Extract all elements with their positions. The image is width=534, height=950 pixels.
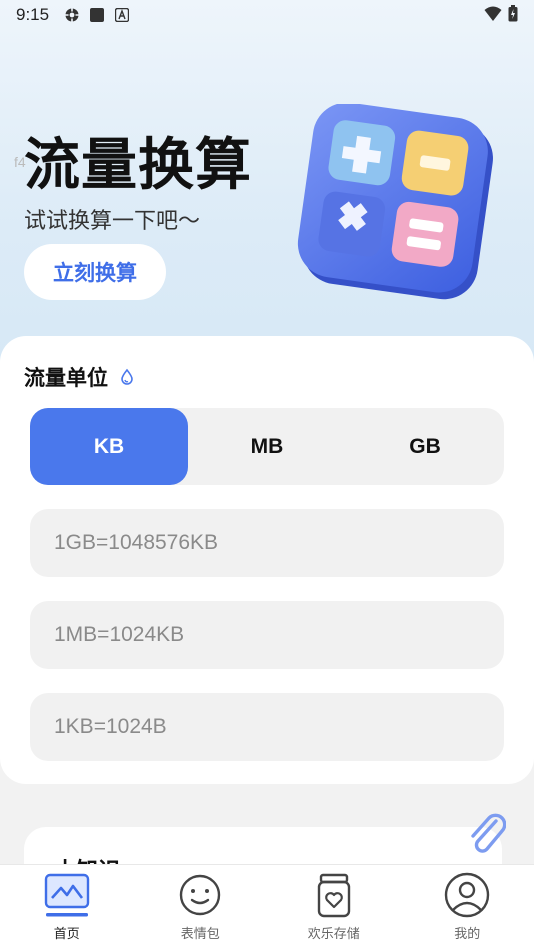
unit-option-mb[interactable]: MB [188, 408, 346, 485]
hero-subtitle: 试试换算一下吧～ [24, 209, 201, 234]
conversion-field-gb[interactable]: 1GB=1048576KB [30, 509, 504, 577]
info-drop-icon[interactable] [118, 368, 136, 386]
watermark: f4 [14, 154, 26, 170]
square-icon [88, 7, 105, 24]
flow-unit-title: 流量单位 [24, 366, 108, 390]
smiley-icon [180, 874, 221, 916]
flow-unit-section-title: 流量单位 [24, 362, 136, 392]
conversion-field-kb[interactable]: 1KB=1024B [30, 693, 504, 761]
tab-mine-label: 我的 [454, 927, 481, 942]
tab-home[interactable]: 首页 [0, 865, 134, 950]
a-box-icon [113, 7, 130, 24]
tab-emoji-label: 表情包 [180, 927, 220, 942]
battery-icon [508, 5, 518, 26]
calculator-illustration [297, 104, 493, 300]
tab-mine[interactable]: 我的 [401, 865, 534, 950]
wifi-icon [484, 6, 502, 26]
settings-gear-icon [63, 7, 80, 24]
jar-heart-icon [317, 873, 350, 918]
tab-home-label: 首页 [53, 927, 80, 942]
bottom-tab-bar: 首页 表情包 欢乐存储 我的 [0, 864, 534, 950]
chart-home-icon [44, 873, 89, 917]
status-bar: 9:15 [0, 0, 534, 30]
status-time: 9:15 [16, 5, 50, 24]
flow-unit-card: 流量单位 KB MB GB 1GB=1048576KB 1MB=1024KB 1… [0, 336, 534, 784]
conversion-field-mb[interactable]: 1MB=1024KB [30, 601, 504, 669]
unit-option-kb[interactable]: KB [30, 408, 188, 485]
tab-storage[interactable]: 欢乐存储 [267, 865, 401, 950]
convert-now-button[interactable]: 立刻换算 [24, 244, 166, 300]
tab-storage-label: 欢乐存储 [307, 927, 360, 942]
profile-icon [445, 872, 490, 918]
unit-option-gb[interactable]: GB [346, 408, 504, 485]
hero-title: 流量换算 [24, 133, 252, 198]
unit-segmented-control: KB MB GB [30, 408, 504, 485]
tab-emoji[interactable]: 表情包 [134, 865, 268, 950]
status-right-icons [484, 5, 518, 26]
paperclip-icon[interactable] [466, 811, 506, 857]
